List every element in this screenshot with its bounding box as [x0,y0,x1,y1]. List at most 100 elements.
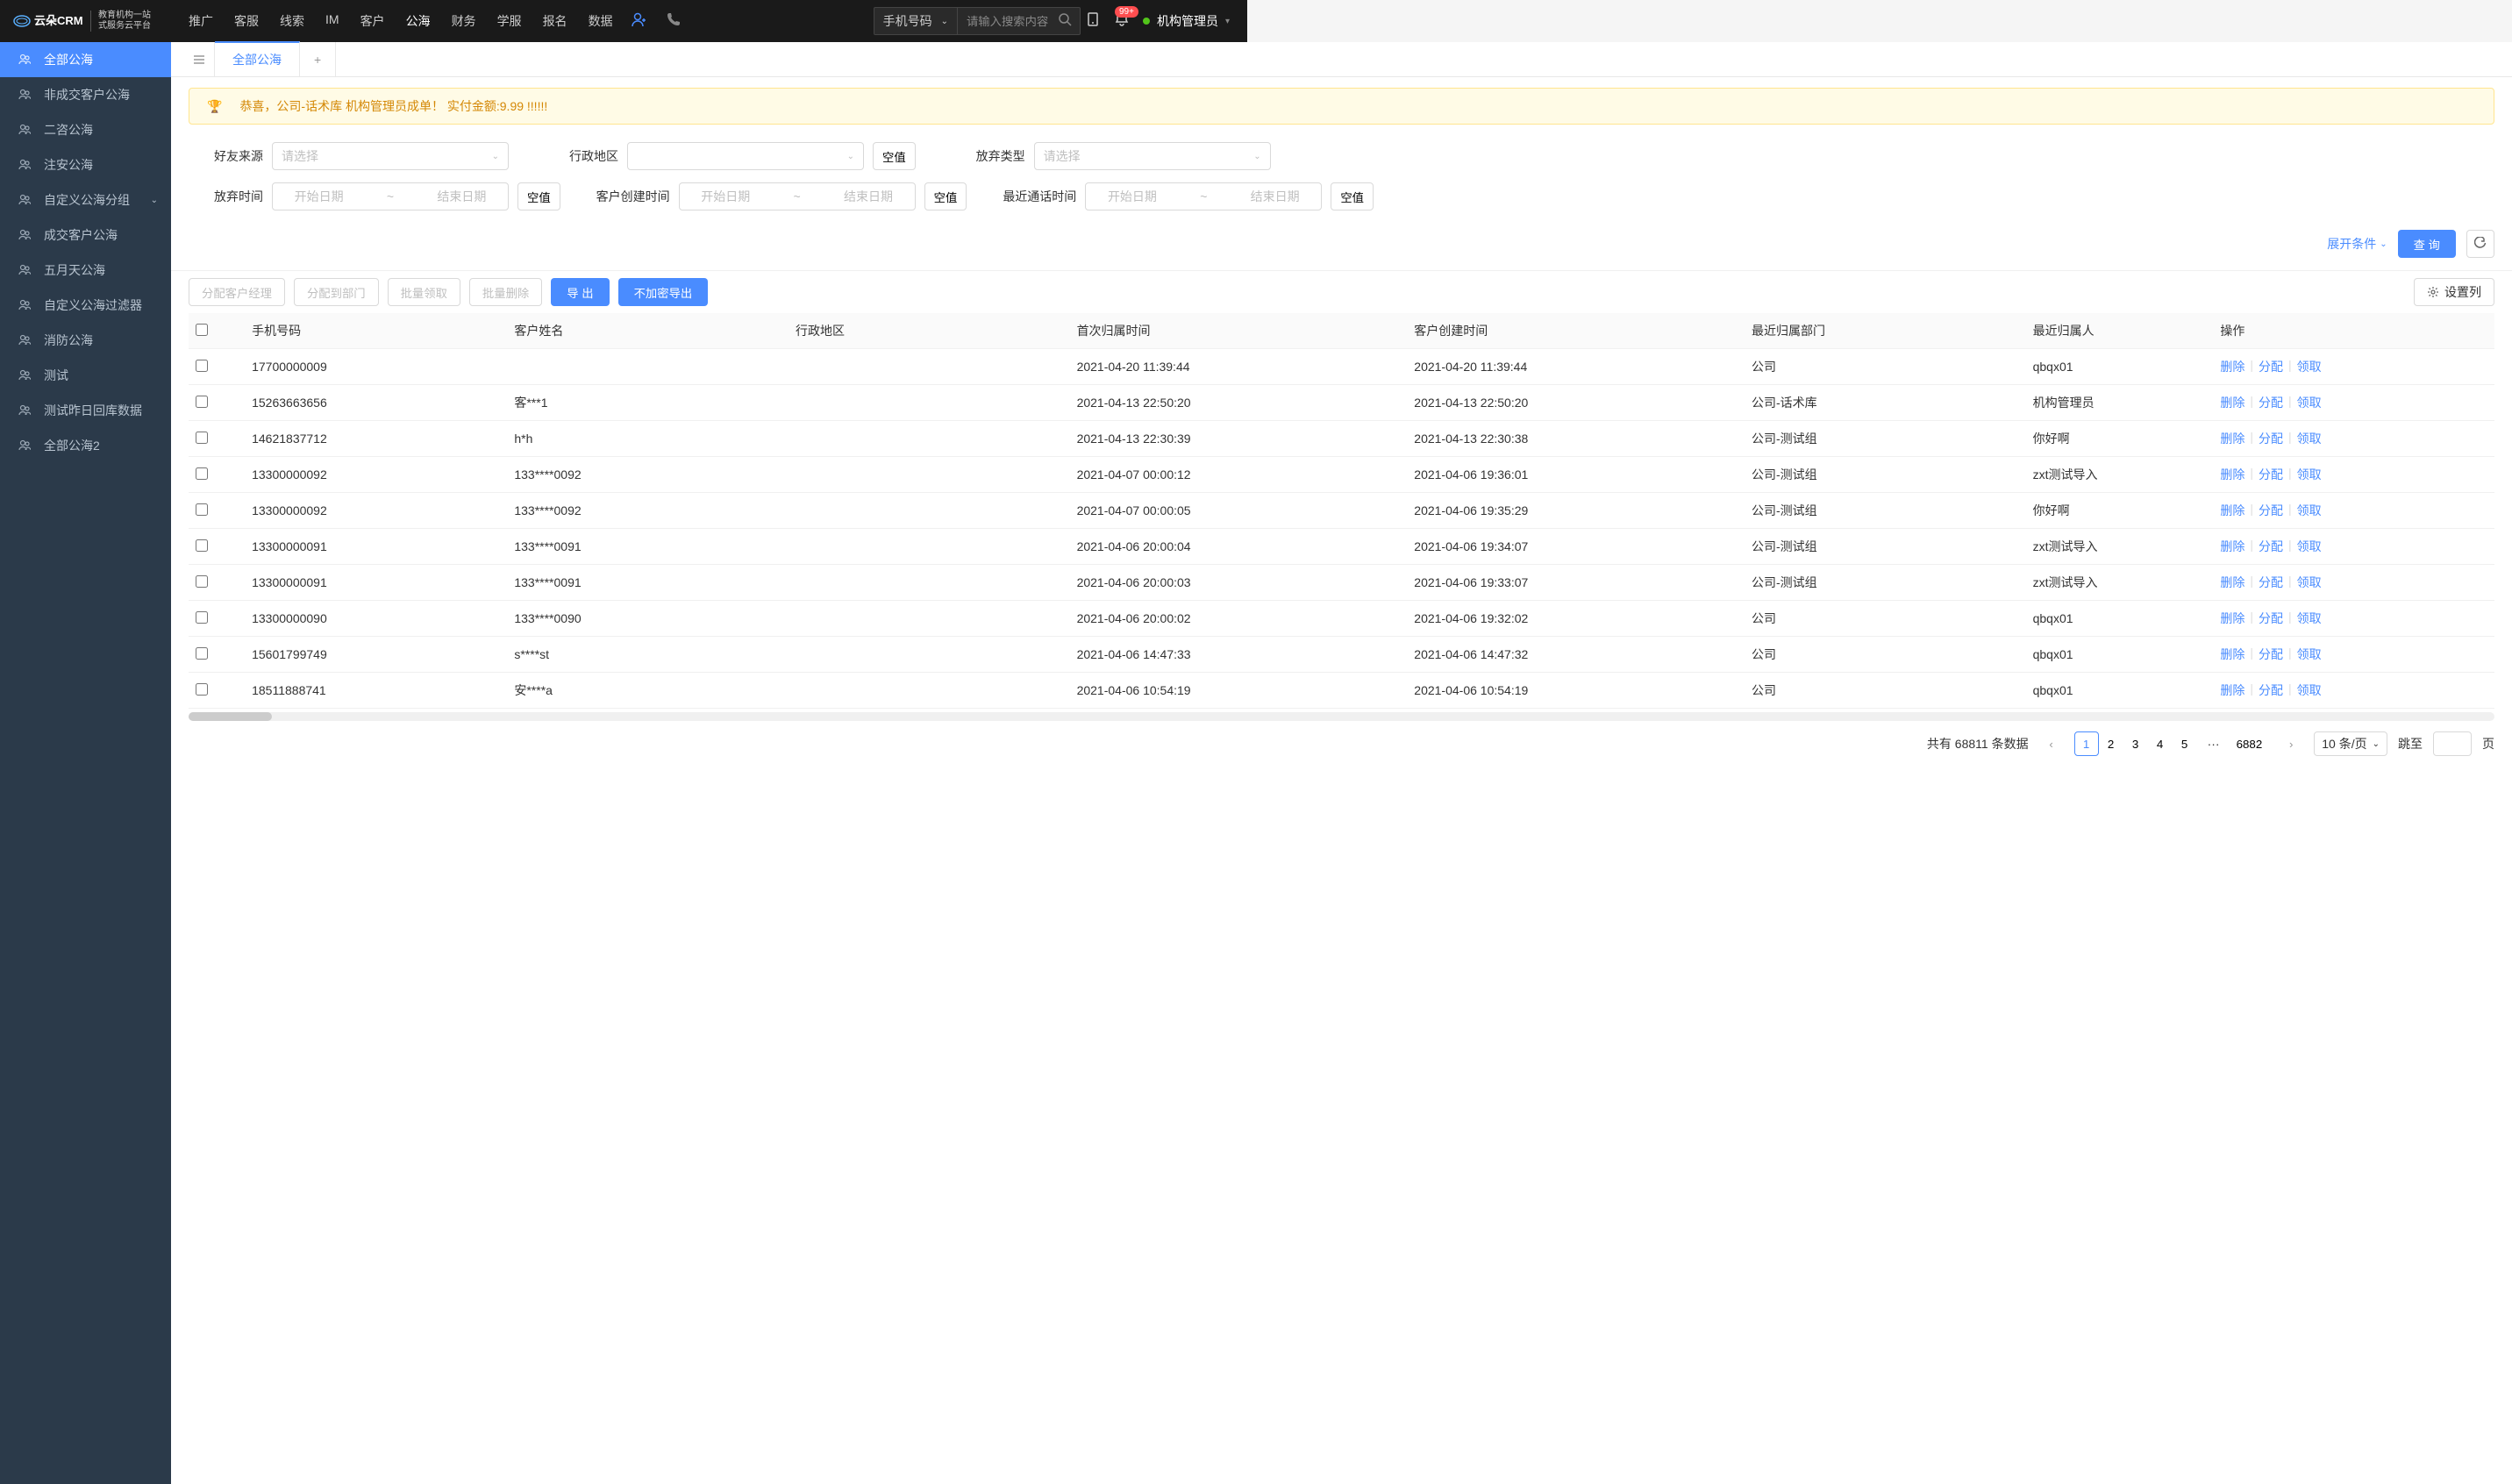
page-last[interactable]: 6882 [2230,731,2269,756]
row-checkbox[interactable] [196,575,208,588]
phone-icon[interactable] [666,11,682,32]
op-删除[interactable]: 删除 [2220,430,2244,447]
row-checkbox[interactable] [196,396,208,408]
op-删除[interactable]: 删除 [2220,574,2244,591]
row-checkbox[interactable] [196,683,208,696]
bell-icon[interactable]: 99+ [1114,11,1130,32]
op-删除[interactable]: 删除 [2220,502,2244,519]
select-好友来源[interactable]: 请选择⌄ [272,142,509,170]
op-分配[interactable]: 分配 [2259,538,2283,555]
op-分配[interactable]: 分配 [2259,430,2283,447]
tab-all-public[interactable]: 全部公海 [215,41,300,76]
op-分配[interactable]: 分配 [2259,502,2283,519]
page-number[interactable]: 5 [2173,731,2197,756]
nav-item[interactable]: 数据 [589,0,613,42]
add-user-icon[interactable] [631,11,648,32]
device-icon[interactable] [1085,11,1101,32]
op-删除[interactable]: 删除 [2220,466,2244,483]
row-checkbox[interactable] [196,360,208,372]
nav-item[interactable]: 客服 [234,0,259,42]
op-删除[interactable]: 删除 [2220,681,2244,699]
op-删除[interactable]: 删除 [2220,358,2244,375]
op-领取[interactable]: 领取 [2297,610,2322,627]
sidebar-item[interactable]: 五月天公海 [0,253,171,288]
action-button[interactable]: 不加密导出 [618,278,709,306]
select-all-checkbox[interactable] [196,324,208,336]
nav-item[interactable]: 报名 [543,0,567,42]
null-value-button[interactable]: 空值 [873,142,916,170]
op-分配[interactable]: 分配 [2259,574,2283,591]
row-checkbox[interactable] [196,432,208,444]
op-领取[interactable]: 领取 [2297,430,2322,447]
sidebar-item[interactable]: 自定义公海分组⌄ [0,182,171,218]
sidebar-item[interactable]: 成交客户公海 [0,218,171,253]
row-checkbox[interactable] [196,467,208,480]
search-button[interactable]: 查 询 [2398,230,2456,258]
op-删除[interactable]: 删除 [2220,610,2244,627]
op-领取[interactable]: 领取 [2297,466,2322,483]
op-领取[interactable]: 领取 [2297,646,2322,663]
search-icon[interactable] [1058,12,1072,35]
nav-item[interactable]: 公海 [406,0,431,42]
nav-item[interactable]: 线索 [280,0,304,42]
op-领取[interactable]: 领取 [2297,358,2322,375]
null-value-button[interactable]: 空值 [1331,182,1374,210]
row-checkbox[interactable] [196,539,208,552]
row-checkbox[interactable] [196,647,208,660]
nav-item[interactable]: 财务 [452,0,476,42]
refresh-button[interactable] [2466,230,2494,258]
sidebar-item[interactable]: 测试 [0,358,171,393]
page-number[interactable]: 2 [2099,731,2123,756]
op-分配[interactable]: 分配 [2259,394,2283,411]
op-删除[interactable]: 删除 [2220,646,2244,663]
nav-item[interactable]: 客户 [360,0,385,42]
op-领取[interactable]: 领取 [2297,502,2322,519]
sidebar-item[interactable]: 二咨公海 [0,112,171,147]
tab-add[interactable]: + [300,42,336,77]
daterange-最近通话时间[interactable]: 开始日期~结束日期 [1085,182,1322,210]
action-button[interactable]: 导 出 [551,278,609,306]
op-删除[interactable]: 删除 [2220,538,2244,555]
op-分配[interactable]: 分配 [2259,646,2283,663]
page-number[interactable]: 1 [2074,731,2099,756]
op-领取[interactable]: 领取 [2297,538,2322,555]
page-prev[interactable]: ‹ [2039,731,2064,756]
op-删除[interactable]: 删除 [2220,394,2244,411]
search-type-select[interactable]: 手机号码⌄ [874,7,958,35]
op-领取[interactable]: 领取 [2297,574,2322,591]
tabs-menu-icon[interactable] [184,42,215,77]
sidebar-item[interactable]: 消防公海 [0,323,171,358]
daterange-放弃时间[interactable]: 开始日期~结束日期 [272,182,509,210]
op-领取[interactable]: 领取 [2297,394,2322,411]
nav-item[interactable]: 推广 [189,0,213,42]
sidebar-item[interactable]: 测试昨日回库数据 [0,393,171,428]
op-分配[interactable]: 分配 [2259,610,2283,627]
user-menu[interactable]: 机构管理员 ▾ [1143,12,1230,30]
page-number[interactable]: 4 [2148,731,2173,756]
sidebar-item[interactable]: 全部公海 [0,42,171,77]
page-size-select[interactable]: 10 条/页⌄ [2314,731,2387,756]
select-行政地区[interactable]: ⌄ [627,142,864,170]
nav-item[interactable]: IM [325,0,339,42]
sidebar-item[interactable]: 全部公海2 [0,428,171,463]
nav-item[interactable]: 学服 [497,0,522,42]
jump-page-input[interactable] [2433,731,2472,756]
page-number[interactable]: 3 [2123,731,2148,756]
select-放弃类型[interactable]: 请选择⌄ [1034,142,1271,170]
null-value-button[interactable]: 空值 [517,182,560,210]
column-settings-button[interactable]: 设置列 [2414,278,2494,306]
sidebar-item[interactable]: 非成交客户公海 [0,77,171,112]
op-分配[interactable]: 分配 [2259,681,2283,699]
row-checkbox[interactable] [196,611,208,624]
null-value-button[interactable]: 空值 [924,182,967,210]
op-领取[interactable]: 领取 [2297,681,2322,699]
op-分配[interactable]: 分配 [2259,466,2283,483]
horizontal-scrollbar[interactable] [189,712,2494,721]
daterange-客户创建时间[interactable]: 开始日期~结束日期 [679,182,916,210]
sidebar-item[interactable]: 注安公海 [0,147,171,182]
row-checkbox[interactable] [196,503,208,516]
sidebar-item[interactable]: 自定义公海过滤器 [0,288,171,323]
op-分配[interactable]: 分配 [2259,358,2283,375]
expand-filters[interactable]: 展开条件⌄ [2327,235,2387,253]
page-next[interactable]: › [2279,731,2303,756]
